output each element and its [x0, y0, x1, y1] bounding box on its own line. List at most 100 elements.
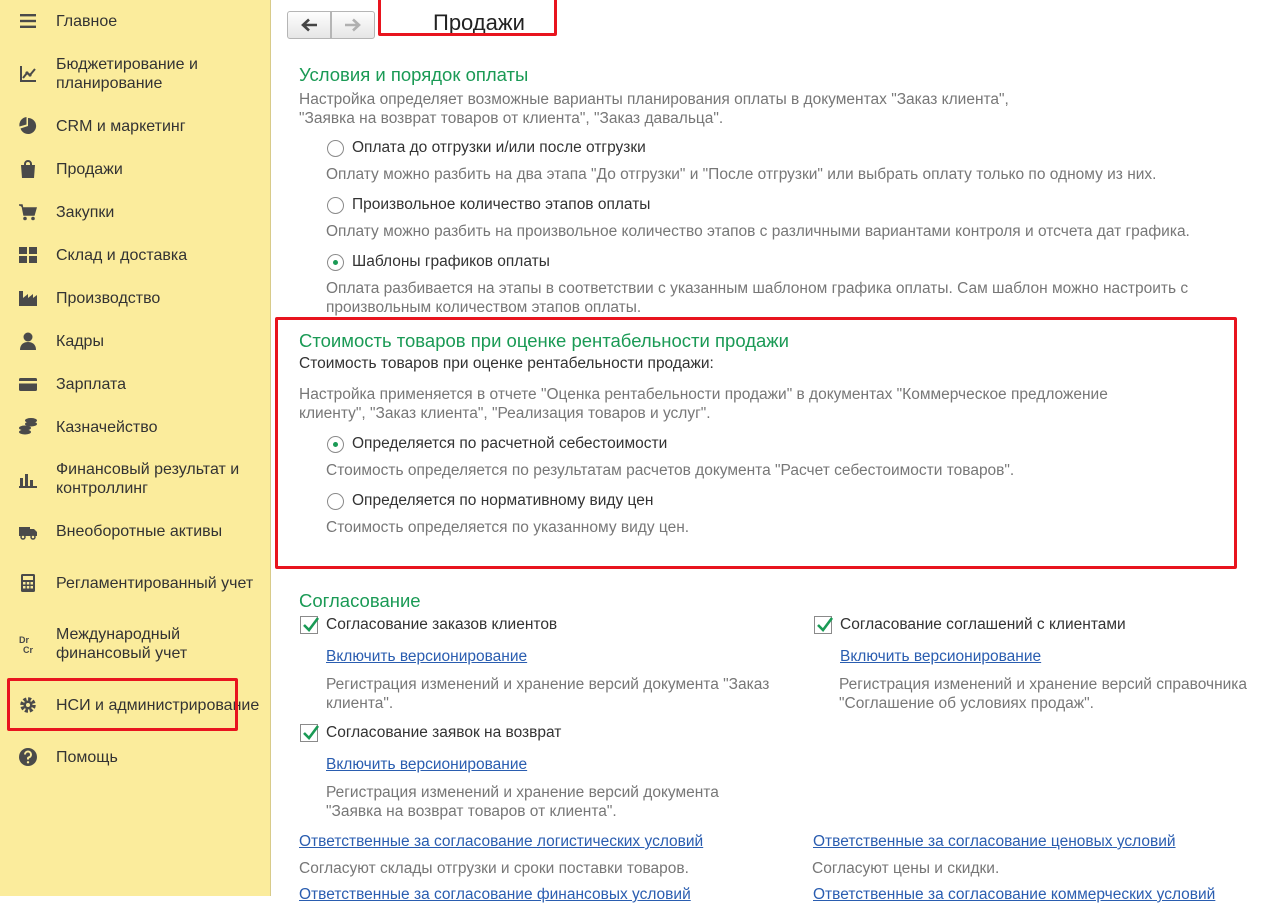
dr-text: Dr	[19, 635, 29, 645]
sidebar-item-label: Внеоборотные активы	[56, 522, 223, 540]
sidebar-item-hr[interactable]: Кадры	[0, 331, 270, 351]
checkmark-icon	[303, 725, 320, 740]
price-desc: Согласуют цены и скидки.	[812, 860, 1000, 877]
shopping-bag-icon	[18, 159, 38, 179]
radio-label: Шаблоны графиков оплаты	[352, 253, 550, 270]
highlight-frame-title	[378, 0, 557, 36]
radio-payment-templates[interactable]	[327, 254, 344, 271]
option-desc: Стоимость определяется по указанному вид…	[326, 519, 690, 536]
link-financial-approvers[interactable]: Ответственные за согласование финансовых…	[299, 886, 691, 904]
sidebar-item-sales[interactable]: Продажи	[0, 159, 270, 179]
sidebar-item-label: Регламентированный учет	[56, 574, 254, 592]
returns-desc-line2: "Заявка на возврат товаров от клиента".	[326, 803, 617, 820]
calculator-icon	[18, 573, 38, 593]
option-desc-line2: произвольным количеством этапов оплаты.	[326, 299, 642, 316]
cart-icon	[18, 202, 38, 222]
payment-desc-line1: Настройка определяет возможные варианты …	[299, 91, 1009, 108]
link-enable-versioning-orders[interactable]: Включить версионирование	[326, 648, 527, 666]
sidebar-item-regulated-accounting[interactable]: Регламентированный учет	[0, 564, 270, 602]
bar-chart-icon	[18, 469, 38, 489]
radio-label: Определяется по расчетной себестоимости	[352, 435, 668, 452]
option-desc: Стоимость определяется по результатам ра…	[326, 462, 1015, 479]
back-button[interactable]	[287, 11, 331, 39]
sidebar-item-label: Главное	[56, 12, 118, 30]
link-enable-versioning-returns[interactable]: Включить версионирование	[326, 756, 527, 774]
sidebar: Главное Бюджетирование и планирование CR…	[0, 0, 271, 896]
sidebar-item-label: Финансовый результат и контроллинг	[56, 461, 240, 497]
sidebar-item-label: Помощь	[56, 748, 118, 766]
cost-subtitle: Стоимость товаров при оценке рентабельно…	[299, 355, 714, 372]
sidebar-item-label: Продажи	[56, 160, 123, 178]
option-desc-line1: Оплата разбивается на этапы в соответств…	[326, 280, 1189, 297]
sidebar-item-label: Закупки	[56, 203, 115, 221]
sidebar-item-international-accounting[interactable]: Dr Cr Международный финансовый учет	[0, 625, 270, 663]
arrow-left-icon	[301, 18, 317, 32]
sidebar-item-fixed-assets[interactable]: Внеоборотные активы	[0, 521, 270, 541]
person-icon	[18, 331, 38, 351]
sidebar-item-financial-result[interactable]: Финансовый результат и контроллинг	[0, 460, 270, 498]
orders-desc-line2: клиента".	[326, 695, 394, 712]
cr-text: Cr	[23, 645, 33, 654]
checkbox-approve-returns[interactable]	[300, 724, 320, 742]
link-enable-versioning-agreements[interactable]: Включить версионирование	[840, 648, 1041, 666]
payment-desc-line2: "Заявка на возврат товаров от клиента", …	[299, 110, 724, 127]
radio-payment-before-after[interactable]	[327, 140, 344, 157]
sidebar-item-label: Зарплата	[56, 375, 127, 393]
sidebar-item-label: Кадры	[56, 332, 104, 350]
cost-desc-line1: Настройка применяется в отчете "Оценка р…	[299, 386, 1108, 403]
sidebar-item-warehouse[interactable]: Склад и доставка	[0, 245, 270, 265]
option-desc: Оплату можно разбить на произвольное кол…	[326, 223, 1190, 240]
option-desc: Оплату можно разбить на два этапа "До от…	[326, 166, 1157, 183]
sidebar-item-label: Казначейство	[56, 418, 158, 436]
sidebar-item-main[interactable]: Главное	[0, 11, 270, 31]
radio-label: Определяется по нормативному виду цен	[352, 492, 654, 509]
payment-section-title: Условия и порядок оплаты	[299, 64, 529, 85]
radio-payment-arbitrary-stages[interactable]	[327, 197, 344, 214]
cost-desc-line2: клиенту", "Заказ клиента", "Реализация т…	[299, 405, 711, 422]
warehouse-grid-icon	[18, 245, 38, 265]
checkmark-icon	[817, 617, 834, 632]
sidebar-item-help[interactable]: Помощь	[0, 747, 270, 767]
checkbox-label: Согласование заказов клиентов	[326, 616, 558, 633]
agreements-desc-line2: "Соглашение об условиях продаж".	[839, 695, 1094, 712]
agreements-desc-line1: Регистрация изменений и хранение версий …	[839, 676, 1248, 693]
sidebar-item-label: Международный финансовый учет	[56, 626, 188, 662]
sidebar-item-label: Бюджетирование и планирование	[56, 56, 198, 92]
link-commercial-approvers[interactable]: Ответственные за согласование коммерческ…	[813, 886, 1215, 904]
sidebar-item-label: Производство	[56, 289, 161, 307]
pie-chart-icon	[18, 116, 38, 136]
link-price-approvers[interactable]: Ответственные за согласование ценовых ус…	[813, 833, 1176, 851]
returns-desc-line1: Регистрация изменений и хранение версий …	[326, 784, 719, 801]
radio-cost-normative[interactable]	[327, 493, 344, 510]
radio-label: Произвольное количество этапов оплаты	[352, 196, 651, 213]
help-icon	[18, 747, 38, 767]
sidebar-item-salary[interactable]: Зарплата	[0, 374, 270, 394]
checkbox-label: Согласование соглашений с клиентами	[840, 616, 1126, 633]
budget-chart-icon	[18, 64, 38, 84]
main-content: Продажи Условия и порядок оплаты Настрой…	[271, 0, 1276, 903]
arrow-right-icon	[345, 18, 361, 32]
sidebar-item-production[interactable]: Производство	[0, 288, 270, 308]
dr-cr-icon: Dr Cr	[18, 634, 38, 654]
card-icon	[18, 374, 38, 394]
highlight-frame-admin	[7, 678, 238, 731]
sidebar-item-crm[interactable]: CRM и маркетинг	[0, 116, 270, 136]
forward-button[interactable]	[331, 11, 375, 39]
checkbox-approve-orders[interactable]	[300, 616, 320, 634]
cost-section-title: Стоимость товаров при оценке рентабельно…	[299, 330, 789, 351]
sidebar-item-label: Склад и доставка	[56, 246, 188, 264]
radio-label: Оплата до отгрузки и/или после отгрузки	[352, 139, 646, 156]
orders-desc-line1: Регистрация изменений и хранение версий …	[326, 676, 770, 693]
sidebar-item-budgeting[interactable]: Бюджетирование и планирование	[0, 55, 270, 93]
checkbox-approve-agreements[interactable]	[814, 616, 834, 634]
sidebar-item-treasury[interactable]: Казначейство	[0, 417, 270, 437]
truck-icon	[18, 521, 38, 541]
sidebar-item-purchases[interactable]: Закупки	[0, 202, 270, 222]
sidebar-item-label: CRM и маркетинг	[56, 117, 186, 135]
coins-icon	[18, 417, 38, 437]
radio-cost-calculated[interactable]	[327, 436, 344, 453]
logistics-desc: Согласуют склады отгрузки и сроки постав…	[299, 860, 689, 877]
link-logistics-approvers[interactable]: Ответственные за согласование логистичес…	[299, 833, 703, 851]
factory-icon	[18, 288, 38, 308]
approval-section-title: Согласование	[299, 590, 421, 611]
